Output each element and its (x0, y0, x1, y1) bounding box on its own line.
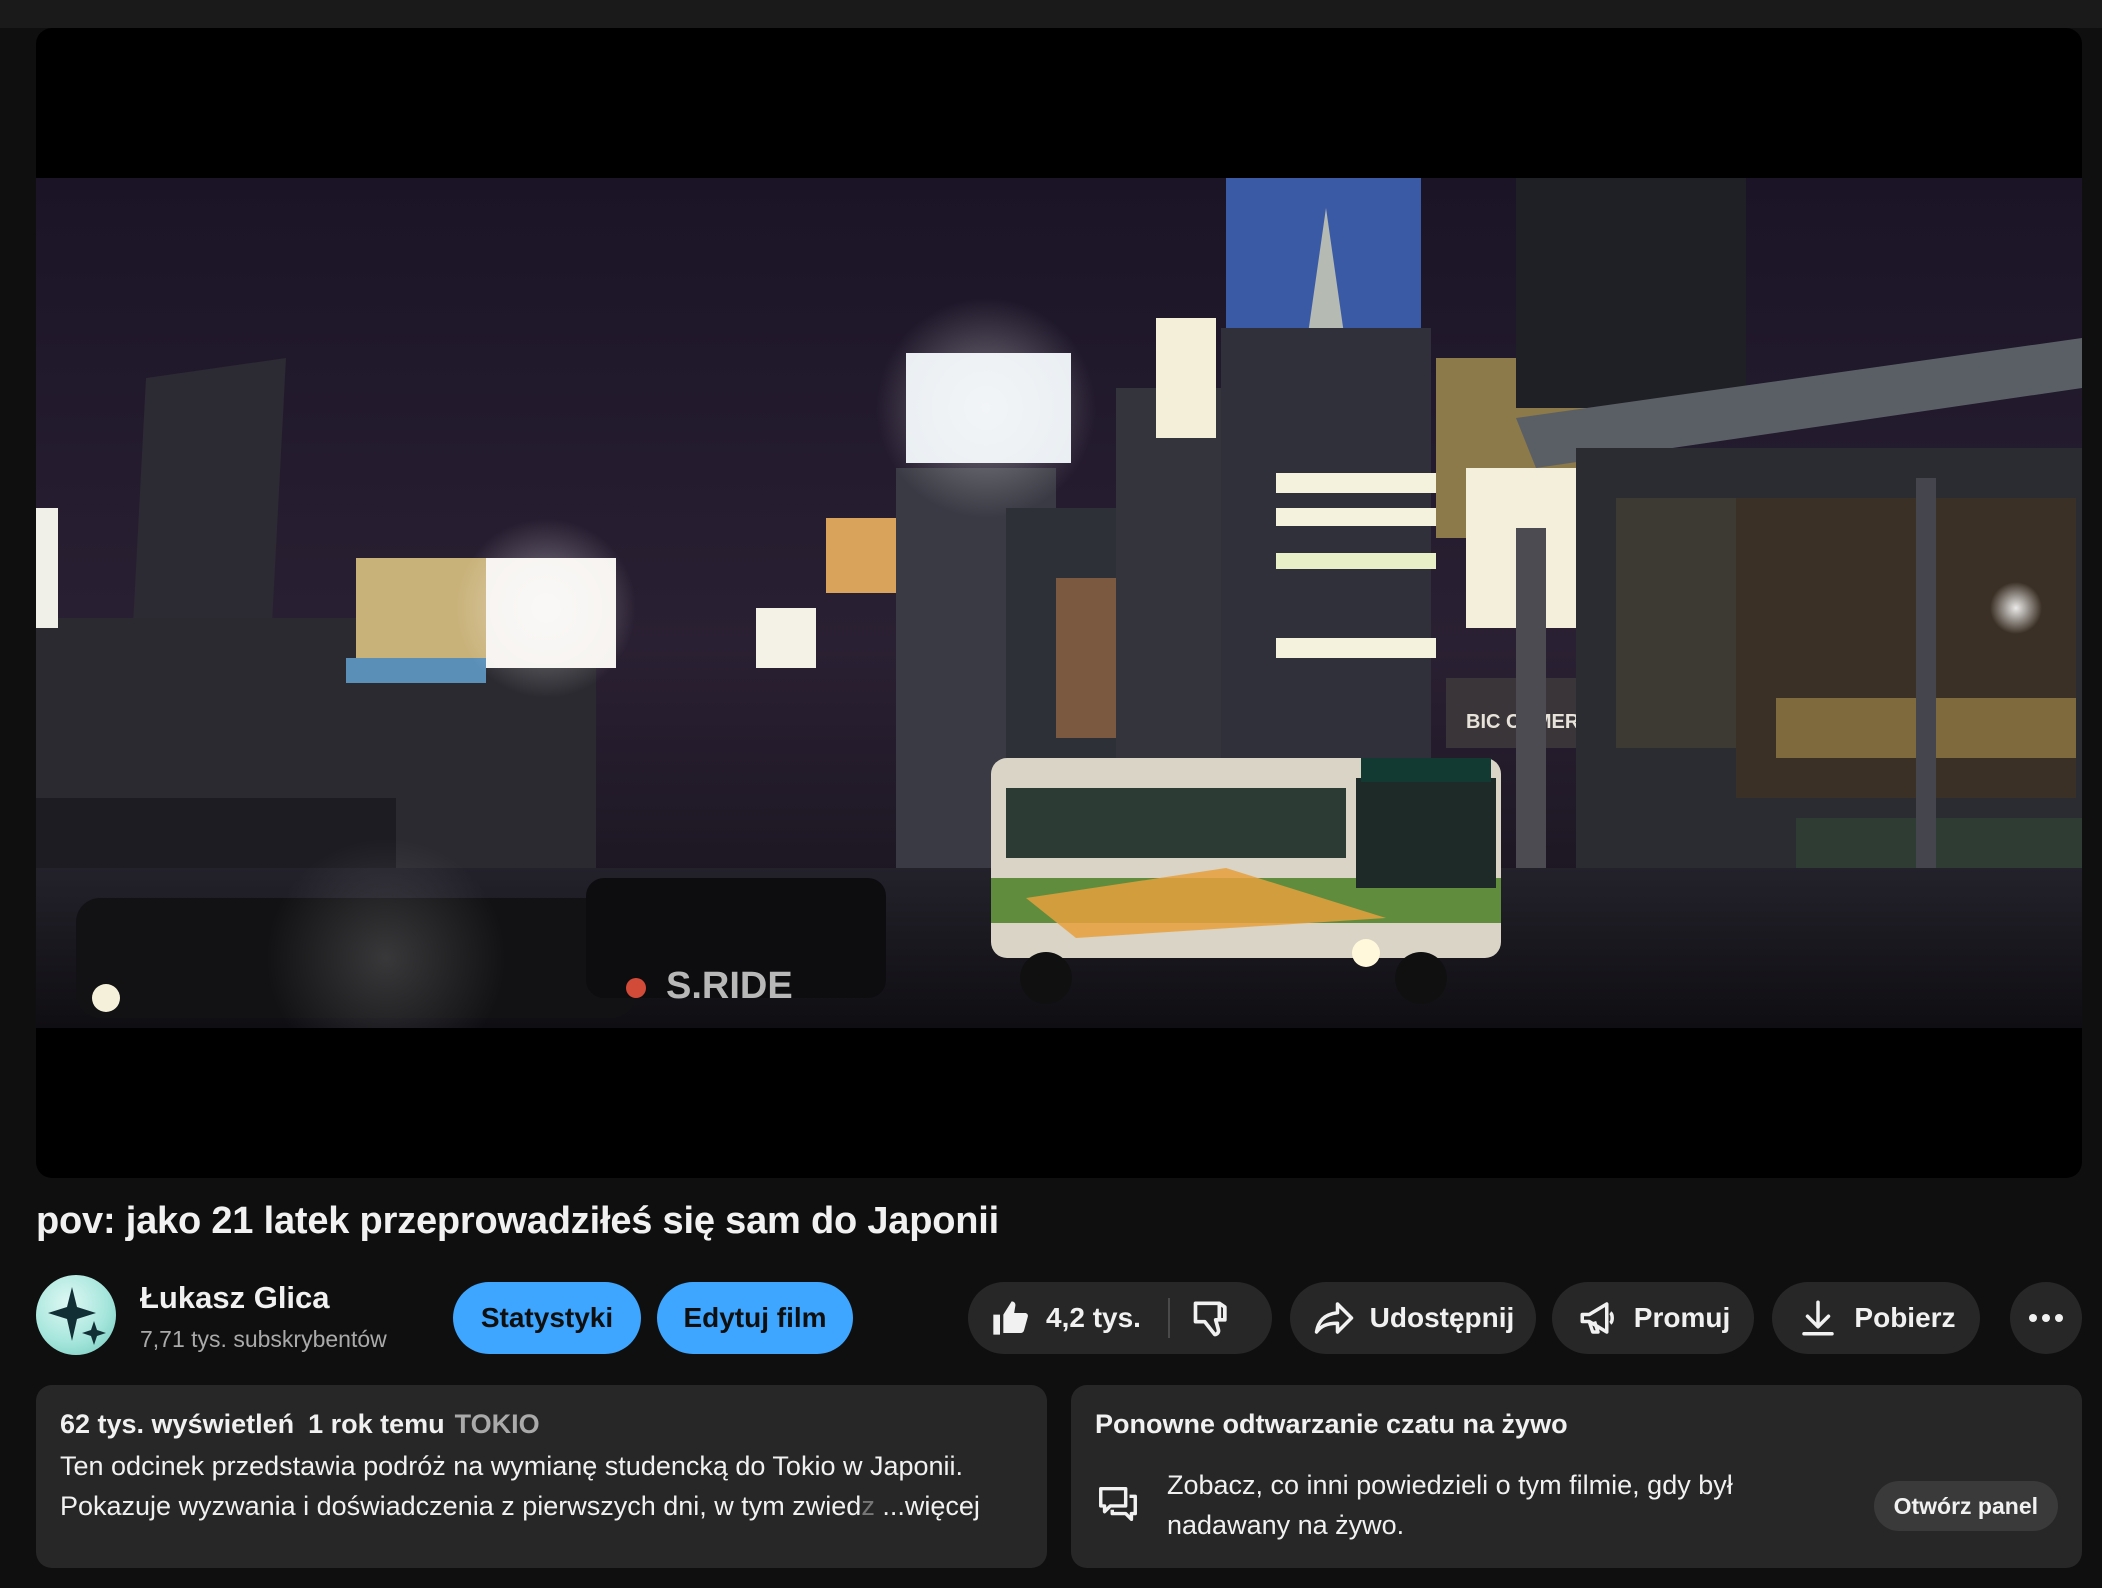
description-line-2-text: Pokazuje wyzwania i doświadczenia z pier… (60, 1491, 862, 1521)
promote-button[interactable]: Promuj (1552, 1282, 1754, 1354)
description-line-1: Ten odcinek przedstawia podróż na wymian… (60, 1451, 964, 1481)
promote-label: Promuj (1633, 1302, 1731, 1333)
like-dislike-group: 4,2 tys. (968, 1282, 1272, 1354)
sparkle-avatar-icon (48, 1287, 106, 1345)
live-chat-card: Ponowne odtwarzanie czatu na żywo Zobacz… (1071, 1385, 2082, 1568)
share-icon (1312, 1296, 1356, 1340)
download-button[interactable]: Pobierz (1772, 1282, 1980, 1354)
stats-button[interactable]: Statystyki (453, 1282, 641, 1354)
view-count: 62 tys. wyświetleń (60, 1409, 295, 1439)
like-button[interactable]: 4,2 tys. (988, 1282, 1141, 1354)
thumbs-down-icon (1193, 1301, 1227, 1337)
more-icon (2029, 1314, 2063, 1322)
subscriber-count: 7,71 tys. subskrybentów (140, 1326, 387, 1352)
video-title: pov: jako 21 latek przeprowadziłeś się s… (36, 1200, 999, 1242)
channel-name[interactable]: Łukasz Glica (140, 1280, 330, 1316)
dislike-button[interactable] (1190, 1296, 1240, 1340)
share-button[interactable]: Udostępnij (1290, 1282, 1536, 1354)
download-icon (1796, 1296, 1840, 1340)
chat-icon (1099, 1486, 1137, 1522)
thumbs-up-icon (988, 1296, 1032, 1340)
like-count: 4,2 tys. (1046, 1302, 1141, 1333)
description-line-2: Pokazuje wyzwania i doświadczenia z pier… (60, 1491, 980, 1522)
download-label: Pobierz (1854, 1302, 1956, 1333)
location-tag[interactable]: TOKIO (455, 1409, 540, 1439)
upload-age: 1 rok temu (308, 1409, 445, 1439)
live-chat-text: Zobacz, co inni powiedzieli o tym filmie… (1167, 1470, 1733, 1540)
more-actions-button[interactable] (2010, 1282, 2082, 1354)
description-card[interactable]: 62 tys. wyświetleń 1 rok temu TOKIO Ten od… (36, 1385, 1047, 1568)
top-bar (0, 0, 2102, 28)
share-label: Udostępnij (1369, 1302, 1515, 1333)
like-divider (1168, 1298, 1170, 1338)
description-meta: 62 tys. wyświetleń 1 rok temu TOKIO (60, 1409, 540, 1440)
video-player[interactable]: BIC CAMERA S.RIDE (36, 28, 2082, 1178)
edit-video-button[interactable]: Edytuj film (657, 1282, 853, 1354)
megaphone-icon (1576, 1296, 1620, 1340)
open-panel-button[interactable]: Otwórz panel (1873, 1481, 2058, 1531)
channel-avatar[interactable] (36, 1275, 116, 1355)
description-fade: z (861, 1491, 875, 1521)
show-more-link[interactable]: ...więcej (882, 1491, 980, 1521)
video-frame[interactable]: BIC CAMERA S.RIDE (36, 178, 2082, 1028)
live-chat-title: Ponowne odtwarzanie czatu na żywo (1095, 1409, 1568, 1439)
bus-side-text: S.RIDE (666, 965, 793, 1007)
